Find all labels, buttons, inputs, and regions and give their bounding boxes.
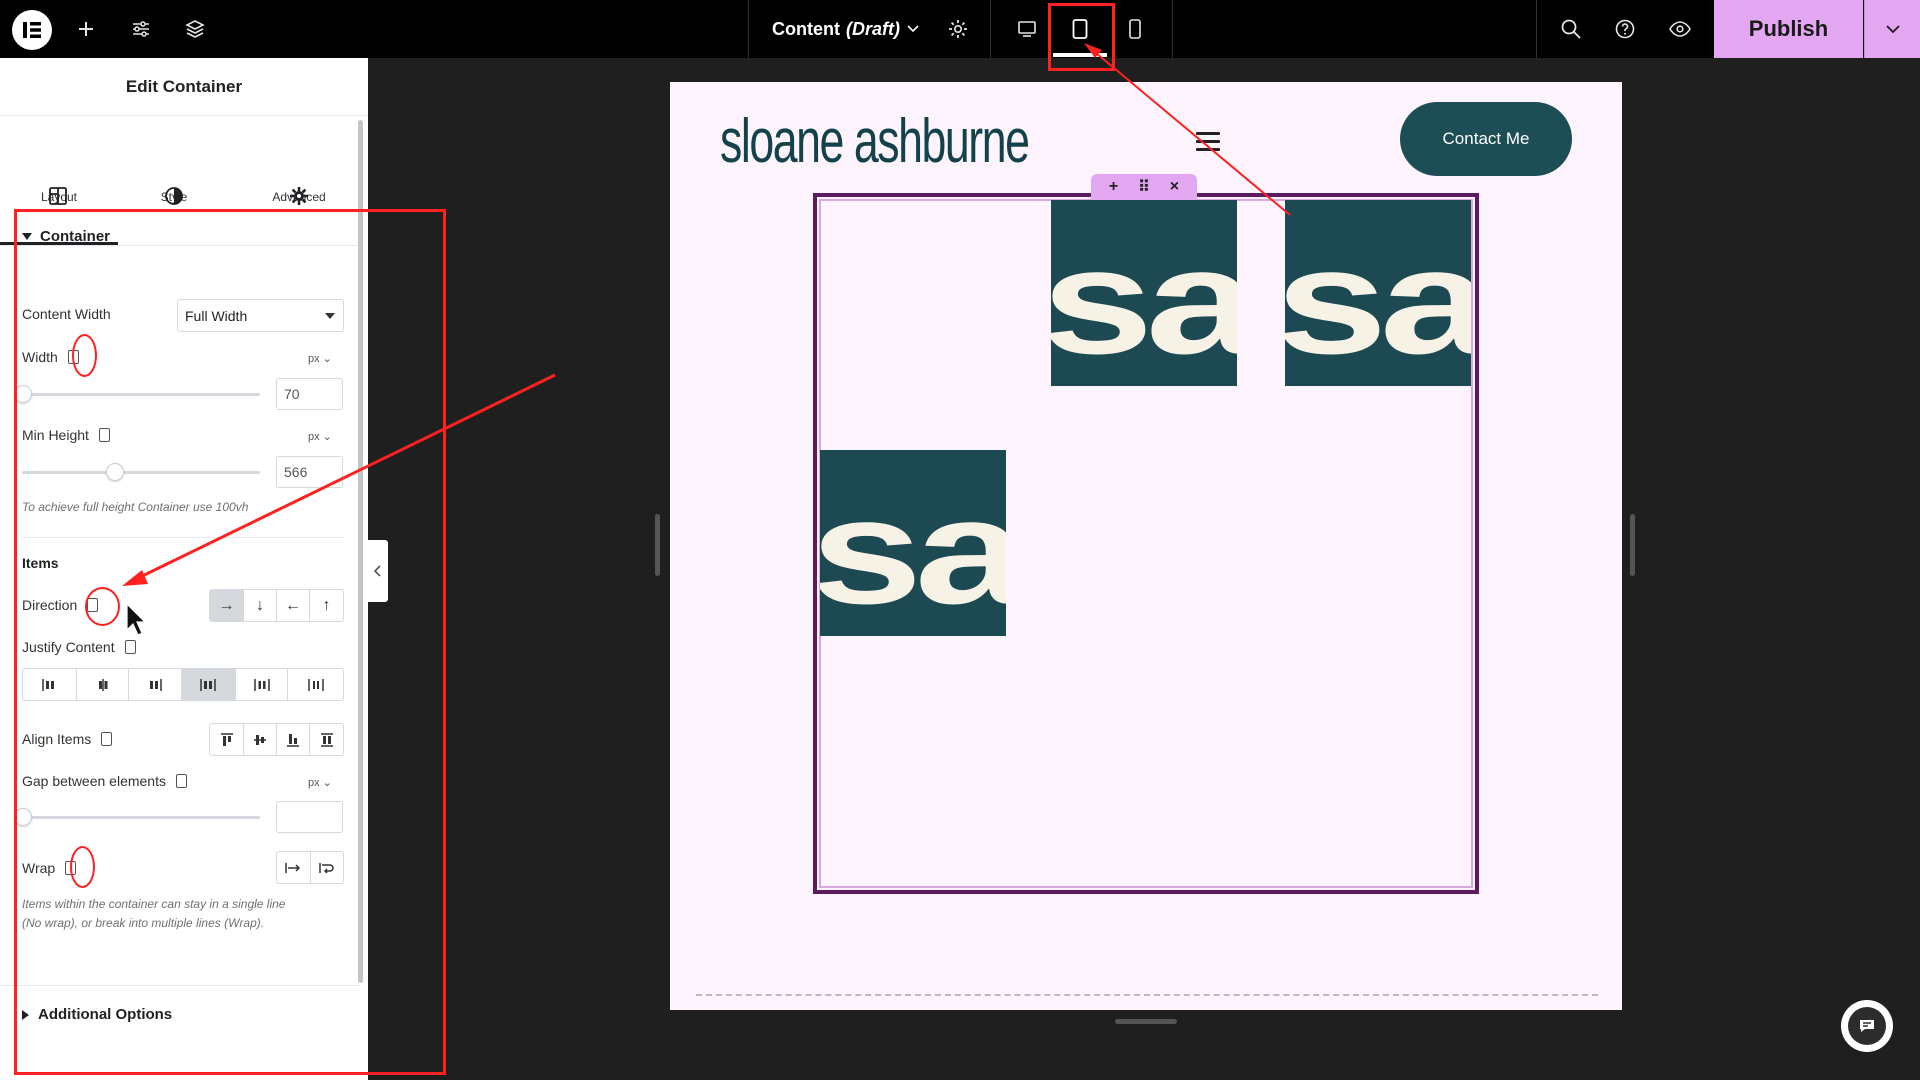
top-bar: Content (Draft) Publish — [0, 0, 1920, 58]
image-tile[interactable]: sa — [1285, 200, 1471, 386]
site-settings-icon[interactable] — [124, 0, 158, 58]
topbar-separator — [748, 0, 749, 58]
preview-eye-icon[interactable] — [1662, 0, 1698, 58]
resize-handle-right[interactable] — [1630, 514, 1635, 576]
tile-text: sa — [1285, 217, 1471, 385]
annotation-oval-wrap — [70, 846, 95, 888]
document-title[interactable]: Content (Draft) — [772, 0, 920, 58]
chevron-down-icon — [907, 25, 919, 33]
hamburger-menu-icon[interactable] — [1196, 132, 1220, 156]
topbar-separator — [1172, 0, 1173, 58]
resize-handle-left[interactable] — [655, 514, 660, 576]
topbar-separator — [1536, 0, 1537, 58]
tile-text: sa — [820, 467, 1006, 635]
panel-title: Edit Container — [0, 58, 368, 116]
mobile-view-icon[interactable] — [1118, 0, 1152, 58]
image-tile[interactable]: sa — [820, 450, 1006, 636]
publish-button[interactable]: Publish — [1714, 0, 1863, 58]
annotation-box-tablet — [1048, 3, 1115, 71]
tile-text: sa — [1051, 217, 1237, 385]
add-element-icon[interactable] — [70, 0, 102, 58]
close-icon[interactable]: × — [1170, 178, 1179, 196]
elementor-logo-icon[interactable] — [12, 10, 52, 50]
container-toolbar: + ⠿ × — [1091, 174, 1197, 200]
resize-handle-bottom[interactable] — [1115, 1019, 1177, 1024]
gear-icon — [290, 187, 308, 205]
topbar-separator — [990, 0, 991, 58]
search-icon[interactable] — [1554, 0, 1588, 58]
chevron-down-icon — [1885, 25, 1900, 34]
site-brand-logo[interactable]: sloane ashburne — [720, 106, 1030, 177]
selected-container[interactable]: sa sa sa — [813, 193, 1479, 894]
image-tile[interactable]: sa — [1051, 200, 1237, 386]
doc-status-text: (Draft) — [845, 18, 900, 39]
doc-title-text: Content — [772, 18, 840, 39]
publish-options-button[interactable] — [1864, 0, 1920, 58]
page-preview: sloane ashburne Contact Me sa sa sa + ⠿ … — [670, 82, 1622, 1010]
add-icon[interactable]: + — [1109, 178, 1118, 196]
layout-icon — [49, 187, 67, 205]
style-icon — [165, 187, 183, 205]
page-settings-gear-icon[interactable] — [940, 0, 976, 58]
desktop-view-icon[interactable] — [1010, 0, 1044, 58]
layers-icon[interactable] — [178, 0, 212, 58]
annotation-oval-width — [72, 334, 97, 377]
help-icon[interactable] — [1608, 0, 1642, 58]
contact-me-button[interactable]: Contact Me — [1400, 102, 1572, 176]
drop-zone-outline — [696, 994, 1598, 996]
chat-support-button[interactable] — [1841, 1000, 1893, 1052]
chat-icon — [1848, 1007, 1886, 1045]
annotation-oval-direction — [85, 587, 120, 626]
drag-handle-icon[interactable]: ⠿ — [1138, 177, 1150, 197]
